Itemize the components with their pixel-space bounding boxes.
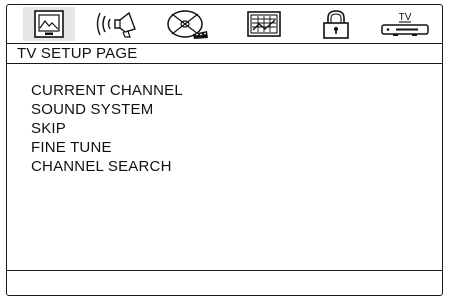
tab-lock[interactable] — [310, 7, 362, 41]
menu-item-fine-tune[interactable]: FINE TUNE — [31, 138, 183, 157]
menu-item-current-channel[interactable]: CURRENT CHANNEL — [31, 81, 183, 100]
tab-tv[interactable]: TV — [379, 7, 431, 41]
menu-item-skip[interactable]: SKIP — [31, 119, 183, 138]
tv-icon: TV — [378, 8, 432, 40]
tab-disc[interactable] — [161, 7, 213, 41]
lock-icon — [316, 8, 356, 40]
page-title: TV SETUP PAGE — [17, 45, 138, 62]
tab-bar: TV — [7, 5, 442, 43]
setup-menu-list: CURRENT CHANNEL SOUND SYSTEM SKIP FINE T… — [31, 81, 183, 176]
tab-picture[interactable] — [23, 7, 75, 41]
audio-icon — [94, 8, 140, 40]
status-bar — [7, 270, 442, 295]
disc-icon — [163, 8, 211, 40]
tab-display[interactable] — [238, 7, 290, 41]
tab-bar-divider — [7, 43, 442, 44]
menu-item-channel-search[interactable]: CHANNEL SEARCH — [31, 157, 183, 176]
tab-audio[interactable] — [91, 7, 143, 41]
title-divider — [7, 63, 442, 64]
menu-item-sound-system[interactable]: SOUND SYSTEM — [31, 100, 183, 119]
picture-icon — [28, 8, 70, 40]
tv-icon-label: TV — [399, 12, 412, 23]
setup-menu-window: TV TV SETUP PAGE CURRENT CHANNEL SOUND S… — [6, 4, 443, 296]
display-icon — [242, 8, 286, 40]
